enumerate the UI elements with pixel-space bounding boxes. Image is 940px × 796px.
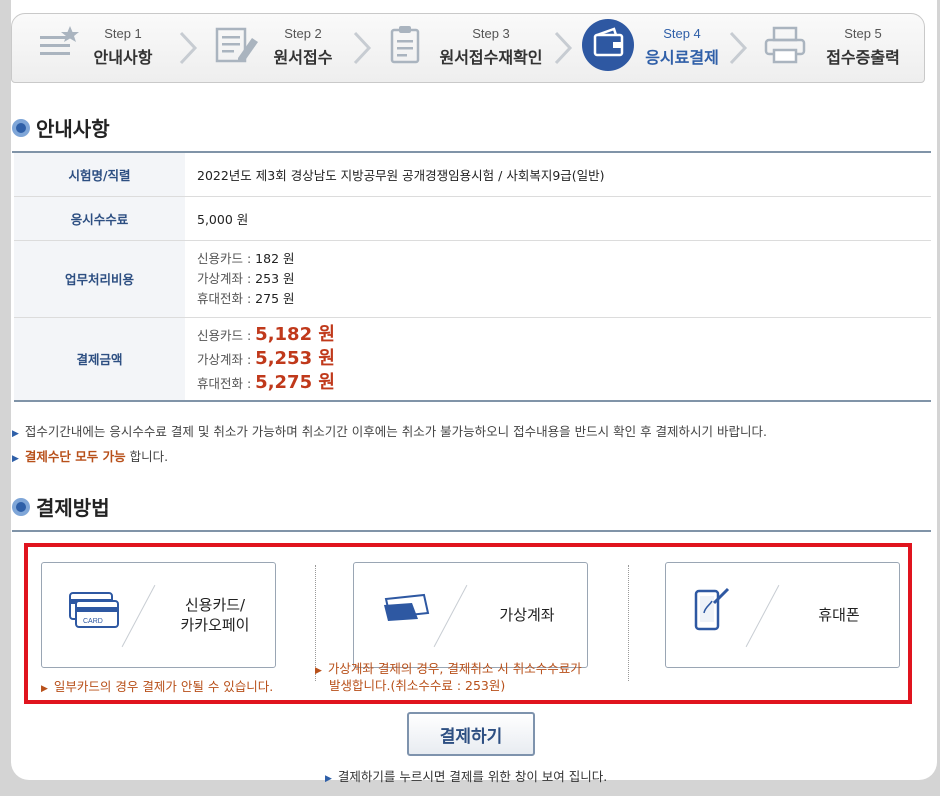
total-method: 휴대전화 : [197, 375, 256, 391]
fee-value: 5,000 원 [185, 196, 931, 241]
chevron-right-icon [353, 31, 372, 65]
step-3-label: Step 3 [472, 26, 510, 41]
proc-fee-phone: 휴대전화 : 275 원 [197, 289, 931, 309]
option-divider [433, 584, 468, 648]
notice-highlight: 결제수단 모두 가능 [24, 449, 126, 464]
notice-section-heading: 안내사항 [12, 113, 110, 142]
step-5-label: Step 5 [844, 26, 882, 41]
total-phone: 휴대전화 : 5,275 원 [197, 371, 931, 395]
credit-card-icon: CARD [69, 592, 119, 628]
notice-section-title: 안내사항 [36, 117, 110, 141]
exam-info-table: 시험명/직렬 2022년도 제3회 경상남도 지방공무원 공개경쟁임용시험 / … [14, 153, 931, 402]
notice-text: 합니다. [125, 449, 169, 464]
section-bullet-icon [12, 118, 30, 137]
total-amount: 5,275 원 [255, 371, 335, 393]
total-method: 신용카드 : [197, 327, 256, 343]
vbank-note-line-2: 발생합니다.(취소수수료 : 253원) [329, 677, 506, 693]
total-values: 신용카드 : 5,182 원 가상계좌 : 5,253 원 휴대전화 : 5,2… [185, 317, 931, 402]
option-separator [628, 565, 629, 681]
credit-card-label: 신용카드/카카오페이 [155, 563, 275, 667]
proc-amount: 275 원 [255, 290, 295, 306]
card-note: ▶ 일부카드의 경우 결제가 안될 수 있습니다. [41, 679, 273, 696]
step-progress-bar: Step 1 안내사항 Step 2 원서접수 Step 3 원서접수재확인 S… [11, 13, 925, 83]
printer-icon [764, 26, 806, 64]
mobile-phone-label: 휴대폰 [818, 605, 860, 624]
proc-method: 가상계좌 : [197, 270, 256, 286]
option-divider [121, 584, 156, 648]
mobile-phone-option[interactable]: 휴대폰 [665, 562, 900, 668]
step-1-label: Step 1 [104, 26, 142, 41]
vbank-note-line-1: 가상계좌 결제의 경우, 결제취소 시 취소수수료가 [327, 661, 582, 676]
proc-fee-label: 업무처리비용 [14, 240, 185, 318]
section-bullet-icon [12, 497, 30, 516]
step-3-title: 원서접수재확인 [439, 48, 543, 67]
fee-label: 응시수수료 [14, 196, 185, 241]
step-3: Step 3 원서접수재확인 [382, 14, 562, 84]
step-5-title: 접수증출력 [826, 48, 900, 67]
wallet-icon [593, 27, 624, 57]
table-row: 결제금액 신용카드 : 5,182 원 가상계좌 : 5,253 원 휴대전화 … [14, 317, 931, 402]
step-5: Step 5 접수증출력 [760, 14, 920, 84]
proc-method: 휴대전화 : [197, 290, 256, 306]
total-amount: 5,182 원 [255, 323, 335, 345]
card-label-line-2: 카카오페이 [180, 616, 250, 634]
exam-value: 2022년도 제3회 경상남도 지방공무원 공개경쟁임용시험 / 사회복지9급(… [185, 153, 931, 197]
step-4: Step 4 응시료결제 [582, 14, 732, 84]
total-label: 결제금액 [14, 317, 185, 402]
proc-amount: 253 원 [255, 270, 295, 286]
notice-line-2: ▶ 결제수단 모두 가능 합니다. [12, 446, 168, 465]
triangle-bullet-icon: ▶ [325, 774, 332, 784]
virtual-account-label: 가상계좌 [499, 605, 555, 624]
virtual-account-icon [384, 593, 430, 621]
notice-line-1: ▶ 접수기간내에는 응시수수료 결제 및 취소가 가능하며 취소기간 이후에는 취… [12, 421, 767, 440]
total-vbank: 가상계좌 : 5,253 원 [197, 347, 931, 371]
table-row: 업무처리비용 신용카드 : 182 원 가상계좌 : 253 원 휴대전화 : … [14, 240, 931, 318]
table-row: 응시수수료 5,000 원 [14, 196, 931, 241]
notice-text: 접수기간내에는 응시수수료 결제 및 취소가 가능하며 취소기간 이후에는 취소… [24, 424, 767, 439]
proc-amount: 182 원 [255, 250, 295, 266]
step-2: Step 2 원서접수 [206, 14, 366, 84]
triangle-bullet-icon: ▶ [12, 429, 19, 439]
step-2-label: Step 2 [284, 26, 322, 41]
credit-card-kakaopay-option[interactable]: CARD 신용카드/카카오페이 [41, 562, 276, 668]
step-1-title: 안내사항 [93, 48, 153, 67]
proc-method: 신용카드 : [197, 250, 256, 266]
exam-label: 시험명/직렬 [14, 153, 185, 197]
virtual-account-note: ▶ 가상계좌 결제의 경우, 결제취소 시 취소수수료가 발생합니다.(취소수수료… [315, 661, 582, 694]
total-card: 신용카드 : 5,182 원 [197, 323, 931, 347]
triangle-bullet-icon: ▶ [315, 666, 322, 676]
proc-fee-card: 신용카드 : 182 원 [197, 249, 931, 269]
step-4-title: 응시료결제 [645, 48, 719, 67]
mobile-phone-icon [694, 587, 730, 631]
card-icon-text: CARD [83, 618, 103, 625]
option-divider [745, 584, 780, 648]
payment-section-heading: 결제방법 [12, 492, 110, 521]
step-1: Step 1 안내사항 [30, 14, 190, 84]
payment-section-title: 결제방법 [36, 496, 110, 520]
step-2-title: 원서접수 [273, 48, 333, 67]
footer-note-text: 결제하기를 누르시면 결제를 위한 창이 보여 집니다. [337, 769, 608, 784]
divider [12, 530, 931, 532]
chevron-right-icon [729, 31, 748, 65]
table-row: 시험명/직렬 2022년도 제3회 경상남도 지방공무원 공개경쟁임용시험 / … [14, 153, 931, 197]
step-4-label: Step 4 [663, 26, 701, 41]
total-method: 가상계좌 : [197, 351, 256, 367]
payment-methods-box: CARD 신용카드/카카오페이 ▶ 일부카드의 경우 결제가 안될 수 있습니다.… [24, 543, 912, 704]
chevron-right-icon [554, 31, 573, 65]
virtual-account-option[interactable]: 가상계좌 [353, 562, 588, 668]
chevron-right-icon [179, 31, 198, 65]
footer-note: ▶ 결제하기를 누르시면 결제를 위한 창이 보여 집니다. [325, 766, 607, 785]
card-note-text: 일부카드의 경우 결제가 안될 수 있습니다. [53, 679, 274, 694]
card-label-line-1: 신용카드/ [184, 595, 246, 614]
pay-button[interactable]: 결제하기 [407, 712, 535, 756]
triangle-bullet-icon: ▶ [12, 454, 19, 464]
triangle-bullet-icon: ▶ [41, 684, 48, 694]
total-amount: 5,253 원 [255, 347, 335, 369]
proc-fee-vbank: 가상계좌 : 253 원 [197, 269, 931, 289]
clipboard-icon [390, 26, 420, 64]
proc-fee-values: 신용카드 : 182 원 가상계좌 : 253 원 휴대전화 : 275 원 [185, 240, 931, 318]
